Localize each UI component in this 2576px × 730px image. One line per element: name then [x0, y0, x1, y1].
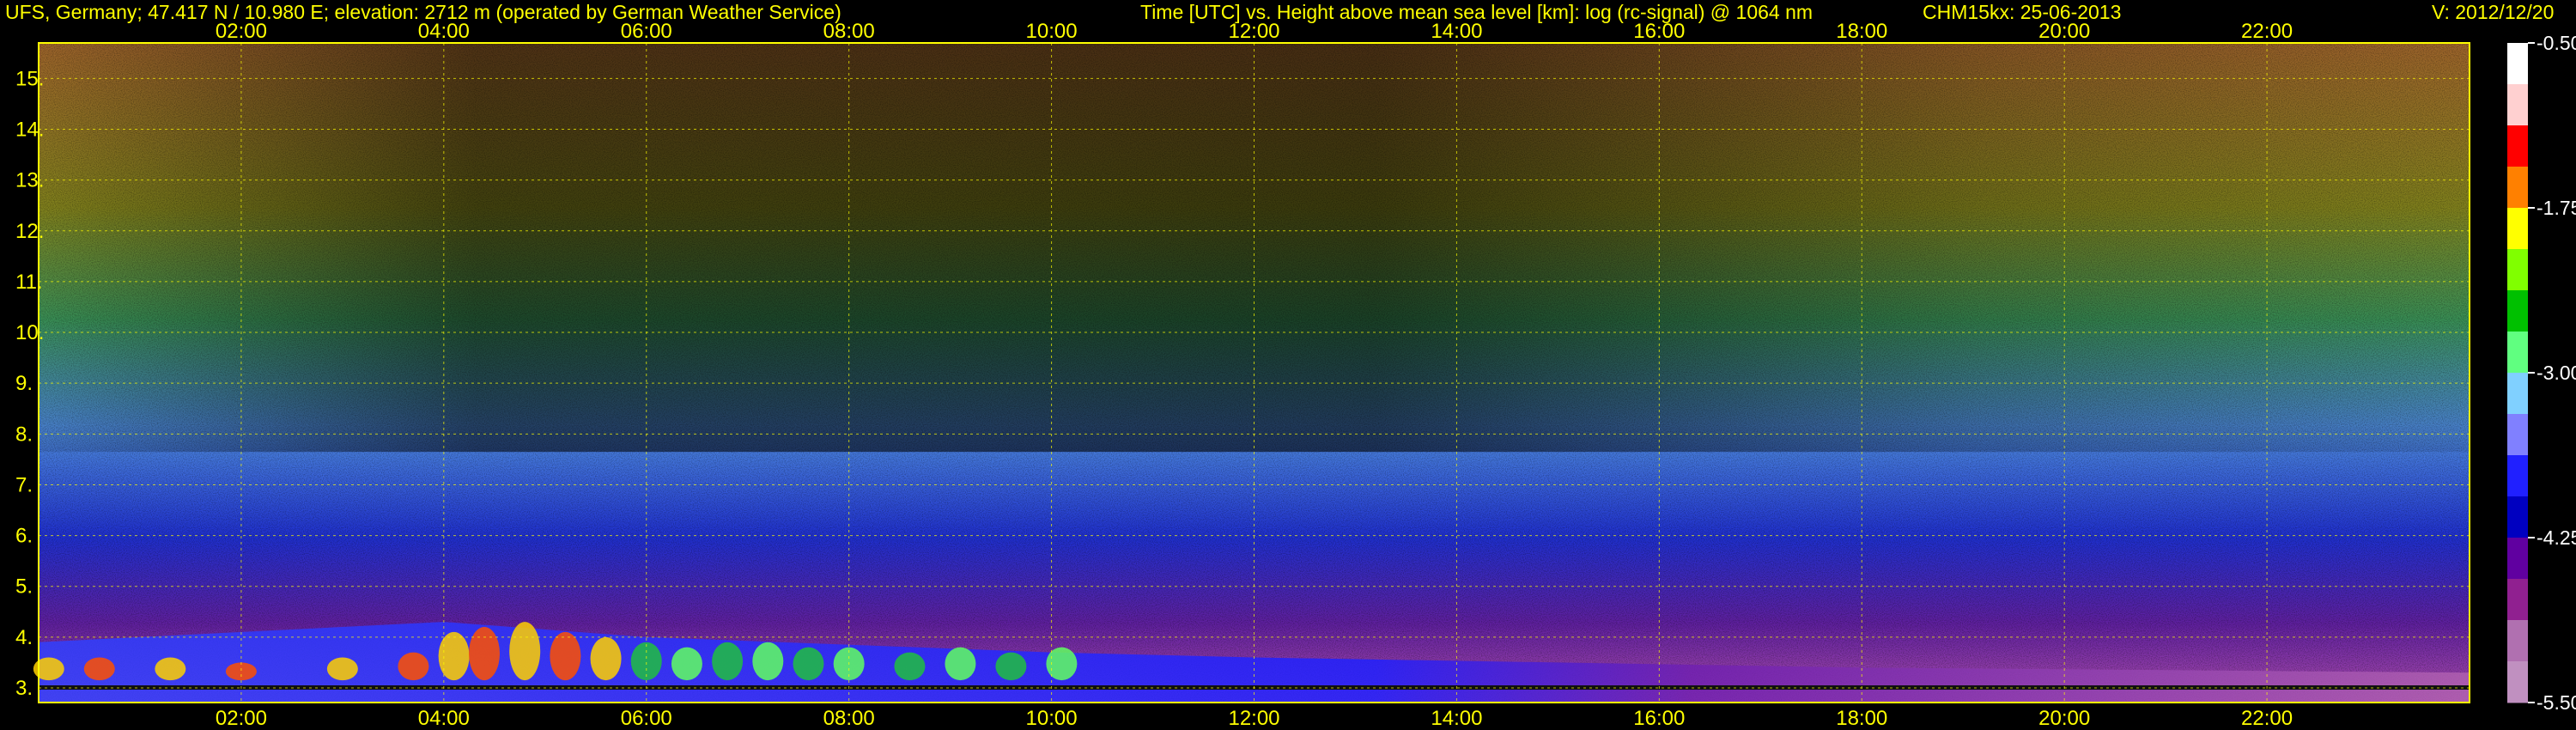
x-tick-label-bottom: 14:00	[1431, 707, 1482, 730]
x-tick-label-bottom: 18:00	[1836, 707, 1887, 730]
y-tick-label: 6.	[15, 525, 33, 548]
y-tick-label: 10.	[15, 321, 44, 344]
colorbar-tick-label: -0.50	[2537, 32, 2576, 54]
backscatter-cell	[509, 622, 541, 681]
x-tick-label-top: 12:00	[1228, 20, 1279, 43]
colorbar-segment	[2507, 620, 2528, 662]
backscatter-cell	[326, 657, 358, 681]
colorbar-tick-label: -1.75	[2537, 197, 2576, 219]
x-tick-label-bottom: 08:00	[823, 707, 875, 730]
backscatter-cell	[398, 652, 429, 681]
colorbar-tick-label: -3.00	[2537, 362, 2576, 384]
colorbar-segment	[2507, 661, 2528, 703]
colorbar-segment	[2507, 579, 2528, 621]
backscatter-cell	[894, 652, 926, 681]
backscatter-cell	[793, 647, 824, 681]
x-tick-label-top: 14:00	[1431, 20, 1482, 43]
colorbar-segment	[2507, 538, 2528, 580]
x-tick-label-top: 10:00	[1026, 20, 1078, 43]
ceilometer-chart: 3. 4. 5. 6. 7. 8. 9. 10. 11. 12. 13. 14. 15. 02:00 02:…	[15, 20, 2576, 730]
backscatter-cell	[550, 631, 581, 681]
x-tick-label-bottom: 20:00	[2038, 707, 2090, 730]
x-tick-label-top: 02:00	[216, 20, 267, 43]
backscatter-cell	[945, 647, 976, 681]
colorbar-segment	[2507, 249, 2528, 291]
colorbar-segment	[2507, 290, 2528, 332]
backscatter-cell	[469, 627, 501, 681]
backscatter-cell	[712, 642, 744, 681]
x-tick-label-top: 22:00	[2241, 20, 2293, 43]
x-tick-label-top: 04:00	[418, 20, 470, 43]
y-tick-label: 5.	[15, 575, 33, 599]
x-tick-label-bottom: 22:00	[2241, 707, 2293, 730]
colorbar-segment	[2507, 43, 2528, 85]
colorbar-segment	[2507, 496, 2528, 538]
colorbar-tick-label: -4.25	[2537, 526, 2576, 549]
backscatter-cell	[671, 647, 702, 681]
backscatter-cell	[1046, 647, 1078, 681]
y-tick-label: 12.	[15, 220, 44, 243]
x-tick-label-bottom: 10:00	[1026, 707, 1078, 730]
x-tick-label-top: 08:00	[823, 20, 875, 43]
y-tick-label: 9.	[15, 372, 33, 395]
backscatter-cell	[438, 631, 470, 681]
y-tick-label: 4.	[15, 626, 33, 649]
x-tick-label-top: 06:00	[621, 20, 672, 43]
backscatter-cell	[590, 636, 622, 681]
y-tick-label: 3.	[15, 677, 33, 700]
colorbar-segment	[2507, 455, 2528, 497]
colorbar-segment	[2507, 125, 2528, 167]
x-tick-label-top: 20:00	[2038, 20, 2090, 43]
colorbar-segment	[2507, 167, 2528, 209]
y-tick-label: 11.	[15, 271, 43, 294]
x-tick-label-bottom: 02:00	[216, 707, 267, 730]
colorbar-segment	[2507, 373, 2528, 415]
y-tick-label: 15.	[15, 67, 44, 90]
y-tick-label: 7.	[15, 473, 33, 496]
colorbar-tick-label: -5.50	[2537, 691, 2576, 714]
y-tick-label: 8.	[15, 423, 33, 446]
colorbar-segment	[2507, 414, 2528, 456]
x-tick-label-top: 18:00	[1836, 20, 1887, 43]
x-tick-label-bottom: 04:00	[418, 707, 470, 730]
x-tick-label-bottom: 16:00	[1633, 707, 1685, 730]
x-tick-label-bottom: 12:00	[1228, 707, 1279, 730]
backscatter-cell	[155, 657, 186, 681]
y-tick-label: 14.	[15, 119, 44, 142]
colorbar-segment	[2507, 208, 2528, 250]
colorbar-segment	[2507, 332, 2528, 374]
y-tick-label: 13.	[15, 169, 44, 192]
backscatter-cell	[83, 657, 115, 681]
backscatter-cell	[995, 652, 1027, 681]
x-tick-label-bottom: 06:00	[621, 707, 672, 730]
backscatter-cell	[225, 662, 257, 681]
backscatter-cell	[752, 642, 784, 681]
colorbar-segment	[2507, 84, 2528, 126]
x-tick-label-top: 16:00	[1633, 20, 1685, 43]
